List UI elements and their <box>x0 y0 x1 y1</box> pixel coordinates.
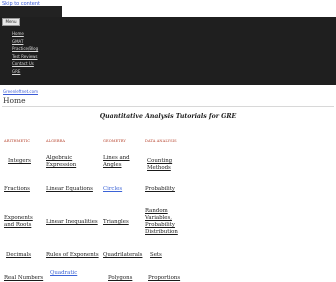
topic-link-algebraic-expression[interactable]: Algebraic Expression <box>46 155 86 169</box>
breadcrumb: Home <box>3 96 26 105</box>
nav-item-practice-blog[interactable]: Practice/Blog <box>12 45 38 53</box>
nav-item-gre[interactable]: GRE <box>12 68 38 76</box>
site-logo-link[interactable]: Greenleftnet.com <box>3 89 38 94</box>
menu-button[interactable]: Menu <box>2 18 20 26</box>
topic-link-fractions[interactable]: Fractions <box>4 186 30 193</box>
topic-link-counting-methods[interactable]: Counting Methods <box>147 158 177 172</box>
topic-link-linear-equations[interactable]: Linear Equations <box>46 186 93 193</box>
topic-link-random-variables[interactable]: Random Variables, Probability Distributi… <box>145 208 181 236</box>
topic-link-integers[interactable]: Integers <box>8 158 31 165</box>
topic-link-quadrilaterals[interactable]: Quadrilaterals <box>103 252 142 259</box>
nav-item-contact-us[interactable]: Contact Us <box>12 60 38 68</box>
topic-link-exponents-roots[interactable]: Exponents and Roots <box>4 215 44 229</box>
column-heading-algebra: ALGEBRA <box>46 139 66 143</box>
topic-link-triangles[interactable]: Triangles <box>103 219 129 226</box>
main-nav: Home GMAT Practice/Blog Test Reviews Con… <box>12 30 38 76</box>
topic-link-circles[interactable]: Circles <box>103 186 122 193</box>
topic-link-proportions[interactable]: Proportions <box>148 275 180 282</box>
topic-link-lines-angles[interactable]: Lines and Angles <box>103 155 135 169</box>
nav-item-home[interactable]: Home <box>12 30 38 38</box>
nav-item-gmat[interactable]: GMAT <box>12 38 38 46</box>
topic-link-probability[interactable]: Probability <box>145 186 175 193</box>
topic-link-linear-inequalities[interactable]: Linear Inequalities <box>46 219 98 226</box>
column-heading-geometry: GEOMETRY <box>103 139 126 143</box>
site-header: Menu Home GMAT Practice/Blog Test Review… <box>0 17 336 85</box>
divider <box>2 106 334 107</box>
column-heading-arithmetic: ARITHMETIC <box>4 139 31 143</box>
topic-link-decimals[interactable]: Decimals <box>6 252 31 259</box>
top-bar <box>0 6 62 17</box>
topic-link-sets[interactable]: Sets <box>150 252 162 259</box>
topic-link-real-numbers[interactable]: Real Numbers <box>4 275 43 282</box>
nav-item-test-reviews[interactable]: Test Reviews <box>12 53 38 61</box>
topic-link-quadratic[interactable]: Quadratic <box>50 270 77 277</box>
topic-link-rules-of-exponents[interactable]: Rules of Exponents <box>46 252 99 259</box>
column-heading-data-analysis: DATA ANALYSIS <box>145 139 177 143</box>
topic-link-polygons[interactable]: Polygons <box>108 275 132 282</box>
page-title: Quantitative Analysis Tutorials for GRE <box>99 113 237 120</box>
